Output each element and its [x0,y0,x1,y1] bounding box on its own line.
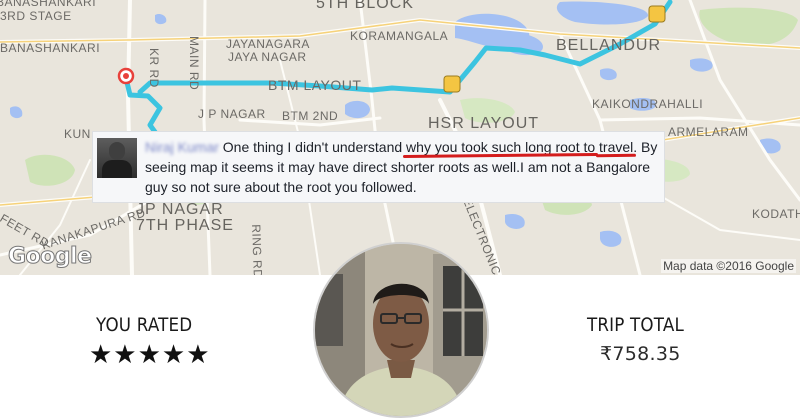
map-label-jp-nagar-small: J P NAGAR [198,107,266,121]
commenter-name-link[interactable]: Niraj Kumar [145,139,219,155]
map-label-btm-2nd: BTM 2ND [282,109,339,123]
map-label-5th-block: 5TH BLOCK [316,0,414,12]
map-label-btm-layout: BTM LAYOUT [268,77,362,93]
map-label-koramangala: KORAMANGALA [350,29,449,43]
map-label-jp-nagar: JP NAGAR [136,201,224,218]
trip-total-label: TRIP TOTAL [587,314,684,336]
driver-portrait-icon [315,244,487,416]
uber-trip-receipt-screenshot: BANASHANKARI 3RD STAGE BANASHANKARI 5TH … [0,0,800,420]
avatar-head-shape [109,142,125,160]
comment-highlight-1: why you took such long root to [406,139,596,155]
comment-highlight-2: travel [599,139,634,155]
avatar-torso-shape [102,160,132,178]
rating-stars: ★★★★★ [89,340,211,370]
map-label-kun: KUN [64,127,91,141]
map-label-carmelaram: ARMELARAM [668,125,749,139]
map-label-bellandur: BELLANDUR [556,37,662,54]
map-label-ring-rd: Ring Rd [249,223,265,275]
map-label-kr-rd: KR Rd [147,48,161,88]
you-rated-label: YOU RATED [96,314,193,336]
map-label-3rd-stage: 3RD STAGE [0,9,72,23]
commenter-avatar[interactable] [97,138,137,178]
map-label-7th-phase: 7TH PHASE [136,217,234,234]
map-label-hsr-layout: HSR LAYOUT [428,115,540,132]
route-map[interactable]: BANASHANKARI 3RD STAGE BANASHANKARI 5TH … [0,0,800,275]
map-label-jayanagara: JAYANAGARA [226,37,310,51]
map-label-banashankari-top: BANASHANKARI [0,0,97,9]
map-label-kaikondrahalli: KAIKONDRAHALLI [592,97,704,111]
driver-photo [313,242,489,418]
comment-text-part-1: One thing I didn't understand [218,139,407,155]
map-label-banashankari: BANASHANKARI [0,41,101,55]
map-attribution[interactable]: Map data ©2016 Google [661,259,796,273]
google-logo: Google [8,244,93,270]
facebook-comment: Niraj Kumar One thing I didn't understan… [92,131,665,203]
trip-total-amount: ₹758.35 [600,343,681,365]
start-location-pin-icon[interactable] [117,67,135,85]
map-label-jaya-nagar: JAYA NAGAR [228,50,307,64]
map-label-kodath: KODATH [752,207,800,221]
comment-body: Niraj Kumar One thing I didn't understan… [145,137,660,197]
map-label-main-rd: Main Rd [187,36,201,91]
